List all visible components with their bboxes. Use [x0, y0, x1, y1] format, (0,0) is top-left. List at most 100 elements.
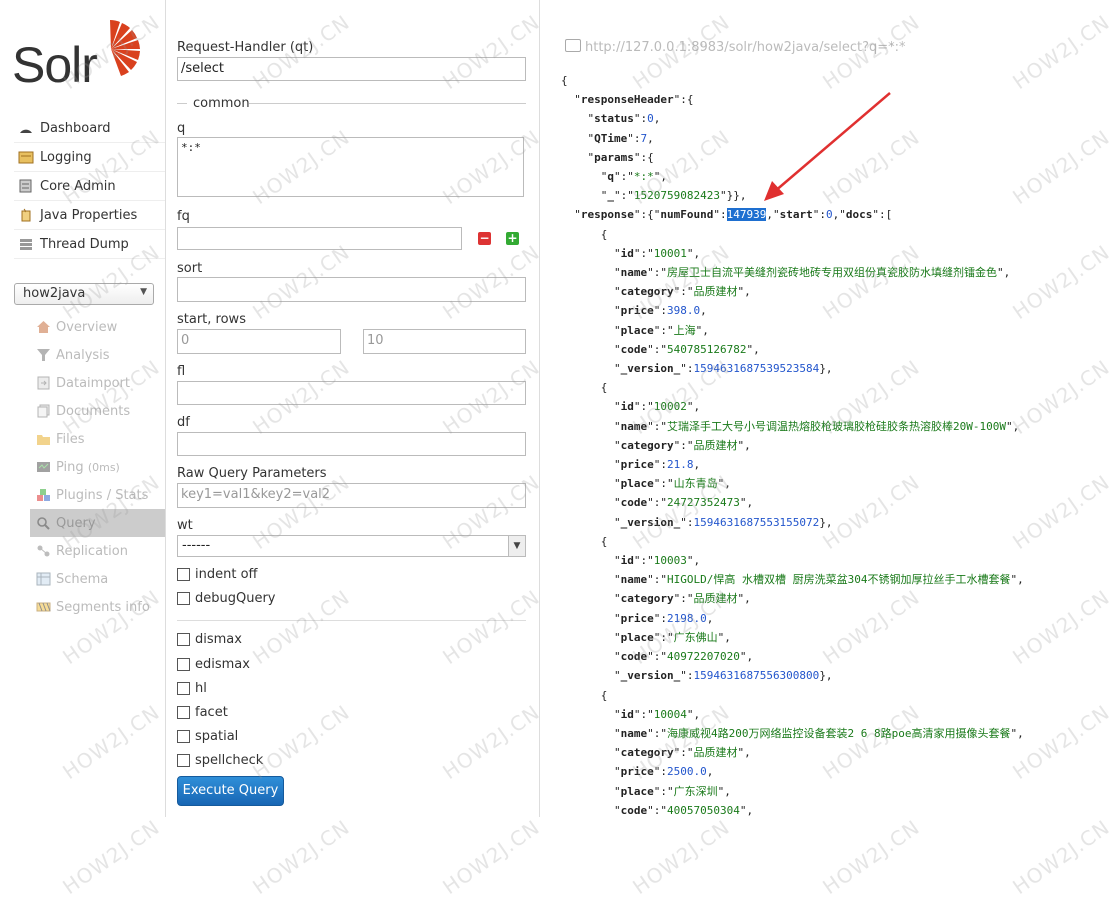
start-value: 0	[825, 208, 833, 222]
wt-select-value: ------	[182, 538, 211, 553]
remove-fq-icon[interactable]: −	[478, 232, 491, 245]
doc-code: 24727352473	[666, 496, 740, 510]
num-found-value: 147939	[726, 208, 767, 222]
doc-id: 10002	[653, 400, 687, 414]
logging-icon	[18, 150, 34, 164]
checkbox-box	[177, 568, 190, 581]
replication-icon	[36, 544, 51, 558]
checkbox-label: spatial	[195, 729, 239, 744]
menu-logging[interactable]: Logging	[14, 143, 165, 172]
add-fq-icon[interactable]: +	[506, 232, 519, 245]
legend-line-left	[177, 103, 187, 104]
checkbox-label: hl	[195, 681, 207, 696]
menu-dashboard[interactable]: Dashboard	[14, 114, 165, 143]
legend-line-right	[249, 103, 526, 104]
sun-icon	[110, 20, 140, 76]
core-menu-files[interactable]: Files	[30, 425, 165, 453]
df-input[interactable]	[177, 432, 526, 456]
java-properties-icon	[18, 208, 34, 222]
request-handler-input[interactable]: /select	[177, 57, 526, 81]
core-menu-segments-info[interactable]: Segments info	[30, 593, 165, 621]
core-menu-documents[interactable]: Documents	[30, 397, 165, 425]
spellcheck-checkbox[interactable]: spellcheck	[177, 753, 263, 768]
menu-core-admin[interactable]: Core Admin	[14, 172, 165, 201]
doc-category: 品质建材	[693, 285, 738, 299]
param-underscore-value: 1520759082423	[633, 189, 720, 203]
doc-price: 21.8	[666, 458, 694, 472]
execute-query-button[interactable]: Execute Query	[177, 776, 284, 806]
schema-icon	[36, 572, 51, 586]
param-q-value: *:*	[633, 170, 654, 184]
doc-code: 40057050304	[666, 803, 740, 817]
indent-off-checkbox[interactable]: indent off	[177, 567, 257, 582]
doc-price: 2198.0	[666, 611, 707, 625]
menu-thread-dump[interactable]: Thread Dump	[14, 230, 165, 259]
start-input[interactable]: 0	[177, 329, 341, 354]
doc-category: 品质建材	[693, 746, 738, 760]
core-menu-label: Files	[56, 431, 85, 447]
facet-checkbox[interactable]: facet	[177, 705, 228, 720]
edismax-checkbox[interactable]: edismax	[177, 657, 250, 672]
core-menu-label: Plugins / Stats	[56, 487, 149, 503]
request-url-text: http://127.0.0.1:8983/solr/how2java/sele…	[585, 40, 906, 55]
doc-version: 1594631687556300800	[693, 669, 820, 683]
doc-version: 1594631687553155072	[693, 515, 820, 529]
request-url[interactable]: http://127.0.0.1:8983/solr/how2java/sele…	[565, 39, 906, 55]
doc-name: 艾瑞泽手工大号小号调温热熔胶枪玻璃胶枪硅胶条热溶胶棒20W-100W	[666, 419, 1006, 433]
checkbox-label: spellcheck	[195, 753, 264, 768]
doc-place: 山东青岛	[673, 477, 718, 491]
rows-input[interactable]: 10	[363, 329, 526, 354]
fq-input[interactable]	[177, 227, 462, 250]
core-menu-label: Replication	[56, 543, 128, 559]
core-menu-schema[interactable]: Schema	[30, 565, 165, 593]
debug-query-checkbox[interactable]: debugQuery	[177, 591, 276, 606]
menu-java-properties[interactable]: Java Properties	[14, 201, 165, 230]
chevron-down-icon: ▼	[508, 536, 525, 556]
core-menu-overview[interactable]: Overview	[30, 313, 165, 341]
fl-input[interactable]	[177, 381, 526, 405]
funnel-icon	[36, 348, 51, 362]
checkbox-box	[177, 754, 190, 767]
annotation-arrow	[764, 92, 891, 201]
import-icon	[36, 376, 51, 390]
start-rows-label: start, rows	[177, 312, 246, 327]
checkbox-label: dismax	[195, 632, 242, 647]
sort-input[interactable]	[177, 277, 526, 302]
menu-label: Java Properties	[40, 207, 138, 223]
watermark-text: HOW2J.CN	[248, 814, 355, 899]
core-menu-analysis[interactable]: Analysis	[30, 341, 165, 369]
core-menu: Overview Analysis Dataimport Documents F…	[30, 313, 165, 621]
menu-label: Thread Dump	[40, 236, 129, 252]
core-menu-plugins-stats[interactable]: Plugins / Stats	[30, 481, 165, 509]
status-value: 0	[647, 112, 654, 126]
core-menu-label: Segments info	[56, 599, 150, 615]
raw-params-input[interactable]: key1=val1&key2=val2	[177, 483, 526, 508]
core-menu-query[interactable]: Query	[30, 509, 165, 537]
core-menu-ping[interactable]: Ping (0ms)	[30, 453, 165, 481]
core-selector[interactable]: how2java ▼	[14, 283, 154, 305]
dismax-checkbox[interactable]: dismax	[177, 632, 242, 647]
checkbox-box	[177, 592, 190, 605]
thread-dump-icon	[18, 237, 34, 251]
checkbox-box	[177, 658, 190, 671]
doc-code: 540785126782	[666, 342, 747, 356]
core-menu-replication[interactable]: Replication	[30, 537, 165, 565]
link-icon	[565, 39, 581, 52]
core-menu-label: Query	[56, 515, 96, 531]
core-menu-dataimport[interactable]: Dataimport	[30, 369, 165, 397]
wt-select[interactable]: ------ ▼	[177, 535, 526, 557]
fq-label: fq	[177, 209, 190, 224]
spatial-checkbox[interactable]: spatial	[177, 729, 238, 744]
checkbox-label: edismax	[195, 657, 250, 672]
solr-logo[interactable]: Solr	[12, 18, 152, 93]
ping-time: (0ms)	[87, 460, 120, 474]
watermark-text: HOW2J.CN	[628, 814, 735, 899]
doc-name: 海康威视4路200万网络监控设备套装2 6 8路poe高清家用摄像头套餐	[666, 726, 1011, 740]
core-selector-value: how2java	[23, 286, 86, 301]
sort-label: sort	[177, 261, 203, 276]
ping-icon	[36, 460, 51, 474]
q-textarea[interactable]: *:*	[177, 137, 524, 197]
common-legend: common	[193, 96, 250, 111]
plugins-icon	[36, 488, 51, 502]
hl-checkbox[interactable]: hl	[177, 681, 207, 696]
